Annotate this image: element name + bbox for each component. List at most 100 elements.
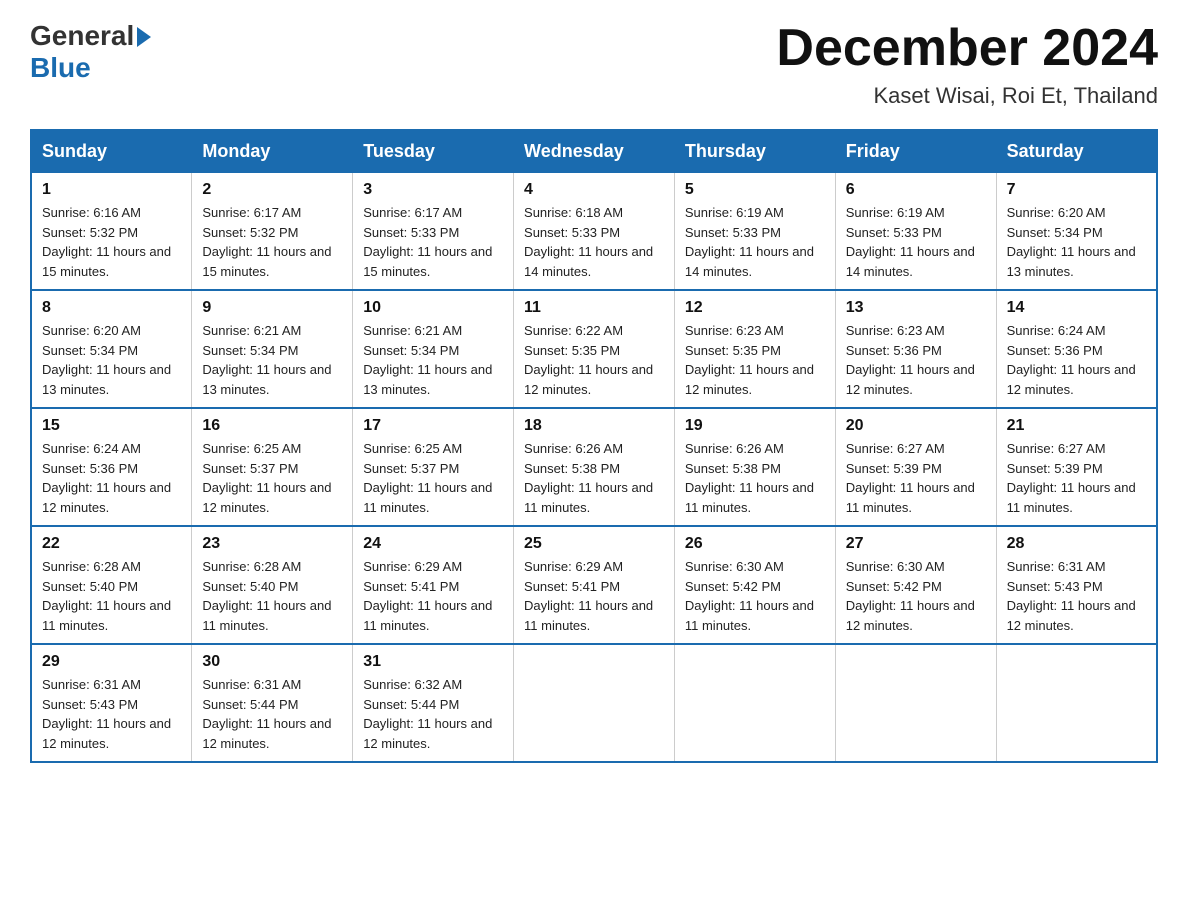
day-number: 5 [685, 181, 825, 199]
calendar-cell: 4 Sunrise: 6:18 AMSunset: 5:33 PMDaylight… [514, 173, 675, 291]
day-number: 30 [202, 653, 342, 671]
day-number: 1 [42, 181, 181, 199]
day-number: 6 [846, 181, 986, 199]
calendar-cell: 27 Sunrise: 6:30 AMSunset: 5:42 PMDayligh… [835, 526, 996, 644]
logo-arrow-icon [137, 27, 151, 47]
header-saturday: Saturday [996, 130, 1157, 173]
calendar-cell: 29 Sunrise: 6:31 AMSunset: 5:43 PMDayligh… [31, 644, 192, 762]
calendar-table: SundayMondayTuesdayWednesdayThursdayFrid… [30, 129, 1158, 763]
day-info: Sunrise: 6:29 AMSunset: 5:41 PMDaylight:… [524, 557, 664, 635]
day-number: 28 [1007, 535, 1146, 553]
day-info: Sunrise: 6:31 AMSunset: 5:43 PMDaylight:… [1007, 557, 1146, 635]
header-tuesday: Tuesday [353, 130, 514, 173]
day-number: 25 [524, 535, 664, 553]
calendar-cell: 31 Sunrise: 6:32 AMSunset: 5:44 PMDayligh… [353, 644, 514, 762]
day-number: 16 [202, 417, 342, 435]
calendar-cell: 26 Sunrise: 6:30 AMSunset: 5:42 PMDayligh… [674, 526, 835, 644]
day-number: 4 [524, 181, 664, 199]
day-info: Sunrise: 6:32 AMSunset: 5:44 PMDaylight:… [363, 675, 503, 753]
header-monday: Monday [192, 130, 353, 173]
calendar-cell: 16 Sunrise: 6:25 AMSunset: 5:37 PMDayligh… [192, 408, 353, 526]
calendar-cell: 14 Sunrise: 6:24 AMSunset: 5:36 PMDayligh… [996, 290, 1157, 408]
calendar-cell: 10 Sunrise: 6:21 AMSunset: 5:34 PMDayligh… [353, 290, 514, 408]
calendar-cell: 6 Sunrise: 6:19 AMSunset: 5:33 PMDaylight… [835, 173, 996, 291]
calendar-cell: 21 Sunrise: 6:27 AMSunset: 5:39 PMDayligh… [996, 408, 1157, 526]
calendar-cell: 19Sunrise: 6:26 AMSunset: 5:38 PMDayligh… [674, 408, 835, 526]
day-info: Sunrise: 6:30 AMSunset: 5:42 PMDaylight:… [846, 557, 986, 635]
page-header: General Blue December 2024 Kaset Wisai, … [30, 20, 1158, 109]
day-info: Sunrise: 6:27 AMSunset: 5:39 PMDaylight:… [1007, 439, 1146, 517]
header-thursday: Thursday [674, 130, 835, 173]
day-number: 12 [685, 299, 825, 317]
day-info: Sunrise: 6:16 AMSunset: 5:32 PMDaylight:… [42, 203, 181, 281]
day-number: 7 [1007, 181, 1146, 199]
day-number: 27 [846, 535, 986, 553]
day-number: 29 [42, 653, 181, 671]
day-info: Sunrise: 6:23 AMSunset: 5:35 PMDaylight:… [685, 321, 825, 399]
day-number: 24 [363, 535, 503, 553]
day-info: Sunrise: 6:19 AMSunset: 5:33 PMDaylight:… [846, 203, 986, 281]
day-number: 3 [363, 181, 503, 199]
day-info: Sunrise: 6:31 AMSunset: 5:43 PMDaylight:… [42, 675, 181, 753]
day-number: 11 [524, 299, 664, 317]
calendar-cell [996, 644, 1157, 762]
header-friday: Friday [835, 130, 996, 173]
logo: General Blue [30, 20, 151, 84]
calendar-cell: 2Sunrise: 6:17 AMSunset: 5:32 PMDaylight… [192, 173, 353, 291]
day-info: Sunrise: 6:31 AMSunset: 5:44 PMDaylight:… [202, 675, 342, 753]
day-number: 2 [202, 181, 342, 199]
calendar-cell: 22Sunrise: 6:28 AMSunset: 5:40 PMDayligh… [31, 526, 192, 644]
day-info: Sunrise: 6:26 AMSunset: 5:38 PMDaylight:… [524, 439, 664, 517]
calendar-cell: 8 Sunrise: 6:20 AMSunset: 5:34 PMDaylight… [31, 290, 192, 408]
day-info: Sunrise: 6:30 AMSunset: 5:42 PMDaylight:… [685, 557, 825, 635]
day-number: 17 [363, 417, 503, 435]
calendar-cell: 30 Sunrise: 6:31 AMSunset: 5:44 PMDayligh… [192, 644, 353, 762]
day-info: Sunrise: 6:24 AMSunset: 5:36 PMDaylight:… [42, 439, 181, 517]
header-wednesday: Wednesday [514, 130, 675, 173]
day-info: Sunrise: 6:17 AMSunset: 5:33 PMDaylight:… [363, 203, 503, 281]
day-info: Sunrise: 6:20 AMSunset: 5:34 PMDaylight:… [1007, 203, 1146, 281]
calendar-cell: 9Sunrise: 6:21 AMSunset: 5:34 PMDaylight… [192, 290, 353, 408]
day-info: Sunrise: 6:18 AMSunset: 5:33 PMDaylight:… [524, 203, 664, 281]
calendar-cell: 23 Sunrise: 6:28 AMSunset: 5:40 PMDayligh… [192, 526, 353, 644]
day-info: Sunrise: 6:25 AMSunset: 5:37 PMDaylight:… [202, 439, 342, 517]
calendar-week-4: 22Sunrise: 6:28 AMSunset: 5:40 PMDayligh… [31, 526, 1157, 644]
calendar-cell: 7 Sunrise: 6:20 AMSunset: 5:34 PMDaylight… [996, 173, 1157, 291]
day-number: 23 [202, 535, 342, 553]
day-info: Sunrise: 6:27 AMSunset: 5:39 PMDaylight:… [846, 439, 986, 517]
day-info: Sunrise: 6:23 AMSunset: 5:36 PMDaylight:… [846, 321, 986, 399]
calendar-cell: 25 Sunrise: 6:29 AMSunset: 5:41 PMDayligh… [514, 526, 675, 644]
calendar-cell: 24Sunrise: 6:29 AMSunset: 5:41 PMDayligh… [353, 526, 514, 644]
day-info: Sunrise: 6:21 AMSunset: 5:34 PMDaylight:… [363, 321, 503, 399]
month-title: December 2024 [776, 20, 1158, 77]
day-number: 31 [363, 653, 503, 671]
day-number: 21 [1007, 417, 1146, 435]
logo-blue-text: Blue [30, 52, 91, 84]
day-info: Sunrise: 6:28 AMSunset: 5:40 PMDaylight:… [202, 557, 342, 635]
calendar-week-1: 1 Sunrise: 6:16 AMSunset: 5:32 PMDaylight… [31, 173, 1157, 291]
day-info: Sunrise: 6:25 AMSunset: 5:37 PMDaylight:… [363, 439, 503, 517]
calendar-cell [835, 644, 996, 762]
logo-general-text: General [30, 20, 134, 52]
calendar-cell: 12 Sunrise: 6:23 AMSunset: 5:35 PMDayligh… [674, 290, 835, 408]
title-section: December 2024 Kaset Wisai, Roi Et, Thail… [776, 20, 1158, 109]
calendar-cell: 20 Sunrise: 6:27 AMSunset: 5:39 PMDayligh… [835, 408, 996, 526]
day-number: 13 [846, 299, 986, 317]
day-number: 8 [42, 299, 181, 317]
day-number: 14 [1007, 299, 1146, 317]
calendar-cell: 5Sunrise: 6:19 AMSunset: 5:33 PMDaylight… [674, 173, 835, 291]
day-number: 15 [42, 417, 181, 435]
calendar-cell [514, 644, 675, 762]
day-number: 26 [685, 535, 825, 553]
calendar-cell: 18Sunrise: 6:26 AMSunset: 5:38 PMDayligh… [514, 408, 675, 526]
day-number: 10 [363, 299, 503, 317]
day-info: Sunrise: 6:24 AMSunset: 5:36 PMDaylight:… [1007, 321, 1146, 399]
day-info: Sunrise: 6:22 AMSunset: 5:35 PMDaylight:… [524, 321, 664, 399]
day-number: 20 [846, 417, 986, 435]
day-info: Sunrise: 6:26 AMSunset: 5:38 PMDaylight:… [685, 439, 825, 517]
day-info: Sunrise: 6:20 AMSunset: 5:34 PMDaylight:… [42, 321, 181, 399]
calendar-cell: 11 Sunrise: 6:22 AMSunset: 5:35 PMDayligh… [514, 290, 675, 408]
day-number: 9 [202, 299, 342, 317]
calendar-cell: 28 Sunrise: 6:31 AMSunset: 5:43 PMDayligh… [996, 526, 1157, 644]
calendar-cell: 13 Sunrise: 6:23 AMSunset: 5:36 PMDayligh… [835, 290, 996, 408]
